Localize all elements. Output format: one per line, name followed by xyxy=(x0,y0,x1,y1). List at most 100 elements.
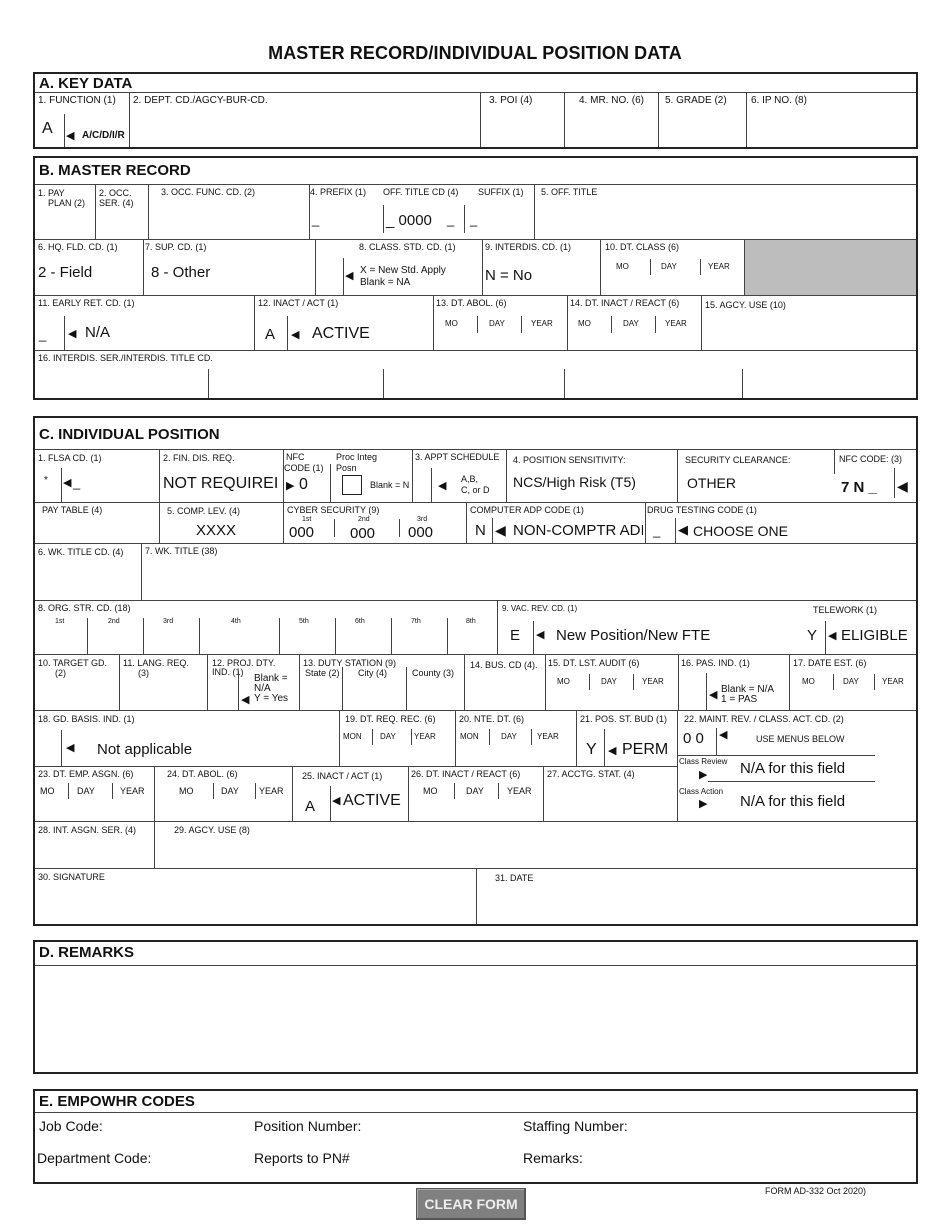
dt-lst-audit-field[interactable]: 15. DT. LST. AUDIT (6) MO DAY YEAR xyxy=(546,655,678,710)
security-clearance-field[interactable]: SECURITY CLEARANCE: OTHER xyxy=(678,450,834,502)
dept-code-field[interactable]: 2. DEPT. CD./AGCY-BUR-CD. xyxy=(130,93,480,147)
department-code-input[interactable] xyxy=(165,1147,245,1171)
telework-code: Y xyxy=(807,627,818,644)
occ-func-field[interactable]: 3. OCC. FUNC. CD. (2) xyxy=(149,185,309,239)
year-label: YEAR xyxy=(882,677,904,686)
early-ret-cd-field[interactable]: 11. EARLY RET. CD. (1) _ ◀ N/A xyxy=(35,296,254,350)
poi-label: 3. POI (4) xyxy=(489,95,533,106)
class-std-cd-field[interactable]: 8. CLASS. STD. CD. (1) ◀ X = New Std. Ap… xyxy=(316,240,482,295)
function-field[interactable]: 1. FUNCTION (1) A ◀ A/C/D/I/R xyxy=(35,93,129,147)
comp-lev-field[interactable]: 5. COMP. LEV. (4) XXXX xyxy=(160,503,283,543)
job-code-input[interactable] xyxy=(115,1115,245,1139)
pay-table-field[interactable]: PAY TABLE (4) xyxy=(35,503,159,543)
prefix-field[interactable]: 4. PREFIX (1) _ xyxy=(310,185,380,239)
off-title-field[interactable]: 5. OFF. TITLE xyxy=(535,185,916,239)
suffix-field[interactable]: SUFFIX (1) _ xyxy=(470,185,534,239)
drug-testing-code-field[interactable]: DRUG TESTING CODE (1) _ ◀ CHOOSE ONE xyxy=(646,503,916,543)
pas-ind-hint-2: 1 = PAS xyxy=(721,694,758,705)
proc-integ-checkbox[interactable] xyxy=(342,475,362,495)
staffing-number-input[interactable] xyxy=(645,1115,905,1139)
dt-class-field[interactable]: 10. DT. CLASS (6) MO DAY YEAR xyxy=(601,240,744,295)
gd-basis-ind-label: 18. GD. BASIS. IND. (1) xyxy=(38,714,135,724)
org-level-label: 6th xyxy=(355,618,365,625)
flsa-cd-field[interactable]: 1. FLSA CD. (1) * ◀ _ xyxy=(35,450,159,502)
class-review-value[interactable]: N/A for this field xyxy=(740,760,845,777)
wk-title-field[interactable]: 7. WK. TITLE (38) xyxy=(142,544,916,600)
nfc-code-field[interactable]: NFC CODE (1) ▶ 0 xyxy=(284,450,332,502)
inact-act-field[interactable]: 12. INACT / ACT (1) A ◀ ACTIVE xyxy=(255,296,433,350)
comp-lev-label: 5. COMP. LEV. (4) xyxy=(167,506,241,516)
org-level-label: 1st xyxy=(55,618,65,625)
staffing-number-label: Staffing Number: xyxy=(523,1118,628,1134)
clear-form-button[interactable]: CLEAR FORM xyxy=(416,1188,526,1220)
target-gd-field[interactable]: 10. TARGET GD. (2) xyxy=(35,655,119,710)
pas-ind-field[interactable]: 16. PAS. IND. (1) ◀ Blank = N/A 1 = PAS xyxy=(679,655,789,710)
vac-rev-cd-field[interactable]: 9. VAC. REV. CD. (1) E ◀ New Position/Ne… xyxy=(498,601,801,654)
hq-fld-cd-field[interactable]: 6. HQ. FLD. CD. (1) 2 - Field xyxy=(35,240,143,295)
position-sensitivity-field[interactable]: 4. POSITION SENSITIVITY: NCS/High Risk (… xyxy=(507,450,677,502)
fin-dis-req-field[interactable]: 2. FIN. DIS. REQ. NOT REQUIREI xyxy=(160,450,283,502)
day-label: DAY xyxy=(661,262,677,271)
dt-inact-react-field[interactable]: 14. DT. INACT / REACT (6) MO DAY YEAR xyxy=(568,296,701,350)
org-level-label: 7th xyxy=(411,618,421,625)
org-str-cd-field[interactable]: 8. ORG. STR. CD. (18) 1st 2nd 3rd 4th 5t… xyxy=(35,601,497,654)
wk-title-cd-field[interactable]: 6. WK. TITLE CD. (4) xyxy=(35,544,141,600)
dt-inact-react-c-label: 26. DT. INACT / REACT (6) xyxy=(411,769,521,779)
day-label: DAY xyxy=(601,677,617,686)
signature-field[interactable]: 30. SIGNATURE xyxy=(35,869,476,924)
proc-integ-posn-field[interactable]: Proc Integ Posn Blank = N xyxy=(333,450,412,502)
org-level-label: 4th xyxy=(231,618,241,625)
poi-field[interactable]: 3. POI (4) xyxy=(481,93,564,147)
suffix-value: _ xyxy=(470,212,478,227)
duty-station-field[interactable]: 13. DUTY STATION (9) State (2) City (4) … xyxy=(300,655,464,710)
inact-act-c-field[interactable]: 25. INACT / ACT (1) A ◀ ACTIVE xyxy=(293,767,408,821)
mr-no-label: 4. MR. NO. (6) xyxy=(579,95,645,106)
dt-inact-react-c-field[interactable]: 26. DT. INACT / REACT (6) MO DAY YEAR xyxy=(409,767,543,821)
pay-plan-field[interactable]: 1. PAY PLAN (2) xyxy=(35,185,95,239)
cyber-security-field[interactable]: CYBER SECURITY (9) 1st 000 2nd 000 3rd 0… xyxy=(284,503,466,543)
interdis-cd-field[interactable]: 9. INTERDIS. CD. (1) N = No xyxy=(483,240,600,295)
class-action-value[interactable]: N/A for this field xyxy=(740,793,845,810)
dt-req-rec-field[interactable]: 19. DT. REQ. REC. (6) MON DAY YEAR xyxy=(340,711,455,766)
agcy-use-c-label: 29. AGCY. USE (8) xyxy=(174,825,250,835)
computer-adp-code-field[interactable]: COMPUTER ADP CODE (1) N ◀ NON-COMPTR ADI xyxy=(467,503,645,543)
day-label: DAY xyxy=(623,319,639,328)
occ-ser-label: 2. OCC. xyxy=(99,188,132,198)
maint-rev-field[interactable]: 22. MAINT. REV. / CLASS. ACT. CD. (2) 0 … xyxy=(678,711,916,821)
nfc-code-3-field[interactable]: NFC CODE: (3) 7 N _ ◀ xyxy=(835,450,916,502)
dt-abol-field[interactable]: 13. DT. ABOL. (6) MO DAY YEAR xyxy=(434,296,567,350)
grade-field[interactable]: 5. GRADE (2) xyxy=(659,93,746,147)
off-title-cd-field[interactable]: OFF. TITLE CD (4) _ 0000 _ xyxy=(380,185,470,239)
position-number-input[interactable] xyxy=(375,1115,515,1139)
interdis-ser-field[interactable]: 16. INTERDIS. SER./INTERDIS. TITLE CD. xyxy=(35,351,916,398)
dt-abol-c-field[interactable]: 24. DT. ABOL. (6) MO DAY YEAR xyxy=(155,767,292,821)
occ-ser-field[interactable]: 2. OCC. SER. (4) xyxy=(96,185,148,239)
bus-cd-field[interactable]: 14. BUS. CD (4). xyxy=(465,655,545,710)
gd-basis-ind-value: Not applicable xyxy=(97,741,193,758)
nfc-code-label-2: CODE (1) xyxy=(284,463,324,473)
nte-dt-field[interactable]: 20. NTE. DT. (6) MON DAY YEAR xyxy=(456,711,576,766)
date-field[interactable]: 31. DATE xyxy=(477,869,916,924)
gd-basis-ind-field[interactable]: 18. GD. BASIS. IND. (1) ◀ Not applicable xyxy=(35,711,339,766)
appt-schedule-field[interactable]: 3. APPT SCHEDULE ◀ A,B, C, or D xyxy=(413,450,506,502)
telework-field[interactable]: TELEWORK (1) Y ◀ ELIGIBLE xyxy=(801,601,916,654)
pos-st-bud-field[interactable]: 21. POS. ST. BUD (1) Y ◀ PERM xyxy=(577,711,677,766)
dt-class-label: 10. DT. CLASS (6) xyxy=(605,242,680,252)
proj-dty-ind-field[interactable]: 12. PROJ. DTY. IND. (1) ◀ Blank = N/A Y … xyxy=(208,655,299,710)
month-label: MO xyxy=(616,262,629,271)
dt-emp-asgn-field[interactable]: 23. DT. EMP. ASGN. (6) MO DAY YEAR xyxy=(35,767,154,821)
date-est-field[interactable]: 17. DATE EST. (6) MO DAY YEAR xyxy=(790,655,916,710)
mr-no-field[interactable]: 4. MR. NO. (6) xyxy=(565,93,658,147)
prefix-value: _ xyxy=(312,212,320,227)
agcy-use-field[interactable]: 15. AGCY. USE (10) xyxy=(702,296,916,350)
acctg-stat-field[interactable]: 27. ACCTG. STAT. (4) xyxy=(544,767,677,821)
reports-to-input[interactable] xyxy=(365,1147,515,1171)
lang-req-field[interactable]: 11. LANG. REQ. (3) xyxy=(120,655,207,710)
sup-cd-field[interactable]: 7. SUP. CD. (1) 8 - Other xyxy=(144,240,315,295)
ip-no-field[interactable]: 6. IP NO. (8) xyxy=(747,93,916,147)
cyber-security-label: CYBER SECURITY (9) xyxy=(287,505,380,515)
remarks-e-input[interactable] xyxy=(595,1147,905,1171)
int-asgn-ser-field[interactable]: 28. INT. ASGN. SER. (4) xyxy=(35,822,154,868)
agcy-use-c-field[interactable]: 29. AGCY. USE (8) xyxy=(155,822,916,868)
remarks-textarea[interactable] xyxy=(35,966,916,1072)
